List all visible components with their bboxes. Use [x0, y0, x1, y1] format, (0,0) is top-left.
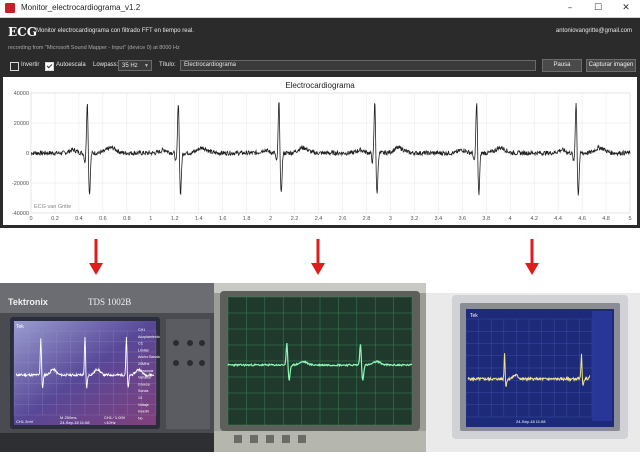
x-tick-label: 1 — [149, 216, 152, 222]
ecg-plot-area: 0 0.2 0.4 0.6 0.8 1 1.2 1.4 1.6 1.8 2 2.2 2.4 2.6 2.8 3… — [3, 77, 637, 225]
x-tick-label: 2.8 — [363, 216, 371, 222]
x-tick-label: 3.2 — [411, 216, 419, 222]
x-tick-label: 0.8 — [123, 216, 131, 222]
close-button[interactable]: ✕ — [612, 0, 640, 17]
x-tick-label: 4.8 — [602, 216, 610, 222]
recording-status: recording from "Microsoft Sound Mapper -… — [8, 45, 180, 51]
scope-ch1-label: CH1 2mV — [16, 419, 34, 424]
y-tick-label: -20000 — [12, 181, 29, 187]
x-tick-label: 3.4 — [434, 216, 442, 222]
x-tick-label: 1.4 — [195, 216, 203, 222]
oscilloscope-1-graphic: Tektronix TDS 1002B Tek CH1 2mV M 250ms … — [0, 283, 214, 452]
oscilloscope-photo-3: Tek 24-Sep-18 11:08 — [426, 283, 640, 452]
titulo-label: Título: — [159, 62, 176, 68]
title-bar: Monitor_electrocardiograma_v1.2 – ☐ ✕ — [0, 0, 640, 18]
oscilloscope-photo-2 — [214, 283, 426, 452]
scope-menu-item: Gruesa — [138, 382, 150, 386]
scope-menu-item: Ganancia — [138, 369, 153, 373]
x-tick-label: 0.4 — [75, 216, 83, 222]
x-tick-label: 4 — [509, 216, 512, 222]
y-tick-label: -40000 — [12, 211, 29, 217]
x-tick-label: 1.6 — [219, 216, 227, 222]
x-tick-label: 0 — [29, 216, 32, 222]
arrow-down-icon — [525, 239, 539, 275]
invertir-checkbox[interactable] — [10, 62, 19, 71]
app-window: Monitor_electrocardiograma_v1.2 – ☐ ✕ EC… — [0, 0, 640, 228]
scope-menu-item: Variable — [138, 376, 151, 380]
scope-menu-item: Invertir — [138, 410, 150, 414]
x-tick-label: 5 — [628, 216, 631, 222]
app-header: ECG Monitor electrocardiograma con filtr… — [0, 18, 640, 58]
x-tick-label: 1.2 — [171, 216, 179, 222]
x-tick-label: 1.8 — [243, 216, 251, 222]
scope-brand: Tektronix — [8, 297, 48, 307]
oscilloscope-2-graphic — [214, 283, 426, 452]
arrow-down-icon — [89, 239, 103, 275]
x-tick-label: 2.6 — [339, 216, 347, 222]
scope-menu-item: No — [138, 416, 143, 420]
scope-date: 24-Sep-18 11:08 — [60, 420, 90, 425]
brand-label: ECG — [8, 25, 37, 39]
arrow-down-icon — [311, 239, 325, 275]
x-tick-label: 3.8 — [482, 216, 490, 222]
titulo-input[interactable]: Electrocardiograma — [180, 60, 536, 71]
scope-menu-item: CC — [138, 342, 144, 346]
x-tick-label: 2.2 — [291, 216, 299, 222]
scope-menu-item: 20MHz — [138, 362, 150, 366]
ecg-chart: 0 0.2 0.4 0.6 0.8 1 1.2 1.4 1.6 1.8 2 2.2 2.4 2.6 2.8 3… — [12, 81, 632, 222]
x-tick-label: 2.4 — [315, 216, 323, 222]
app-icon — [5, 3, 15, 13]
x-tick-label: 4.2 — [530, 216, 538, 222]
x-tick-label: 0.2 — [51, 216, 59, 222]
lowpass-value: 35 Hz — [122, 63, 138, 69]
scope-3-date: 24-Sep-18 11:08 — [516, 419, 546, 424]
scope-menu-item: Acoplamiento — [138, 335, 160, 339]
autoescala-label: Autoescala — [56, 62, 86, 68]
maximize-button[interactable]: ☐ — [584, 0, 612, 17]
x-tick-label: 3.6 — [458, 216, 466, 222]
scope-menu-item: CH1 — [138, 328, 145, 332]
chart-title: Electrocardiograma — [285, 81, 355, 90]
scope-menu-item: Sonda — [138, 389, 148, 393]
scope-menu-item: Ancho Banda — [138, 355, 160, 359]
y-tick-label: 20000 — [14, 121, 29, 127]
scope-menu-item: Voltaje — [138, 403, 149, 407]
capture-button[interactable]: Capturar imagen — [586, 59, 636, 72]
author-email: antoniovangritte@gmail.com — [555, 28, 632, 34]
scope-tek-label: Tek — [16, 324, 24, 330]
scope-menu-item: Limitar — [138, 348, 150, 352]
y-tick-label: 0 — [26, 151, 29, 157]
lowpass-label: Lowpass: — [93, 62, 119, 68]
chart-watermark: ECG van Gritte — [34, 204, 71, 210]
pause-button[interactable]: Pausa — [542, 59, 582, 72]
lowpass-select[interactable]: 35 Hz ▼ — [118, 60, 152, 71]
titulo-value: Electrocardiograma — [184, 62, 237, 68]
minimize-button[interactable]: – — [556, 0, 584, 17]
chevron-down-icon: ▼ — [144, 63, 149, 69]
invertir-label: Invertir — [21, 62, 40, 68]
window-title: Monitor_electrocardiograma_v1.2 — [21, 3, 141, 12]
scope-model: TDS 1002B — [88, 297, 131, 307]
scope-frequency: <10Hz — [104, 420, 116, 425]
ecg-series-line — [30, 102, 631, 196]
autoescala-checkbox[interactable] — [45, 62, 54, 71]
x-tick-label: 4.6 — [578, 216, 586, 222]
scope-menu-item: 1X — [138, 396, 143, 400]
scope-3-tek-label: Tek — [470, 313, 478, 319]
y-tick-label: 40000 — [14, 91, 29, 97]
x-tick-label: 4.4 — [554, 216, 562, 222]
x-tick-label: 0.6 — [99, 216, 107, 222]
app-subtitle: Monitor electrocardiograma con filtrado … — [36, 28, 194, 34]
x-tick-label: 3 — [389, 216, 392, 222]
x-tick-label: 2 — [269, 216, 272, 222]
controls-bar: Invertir Autoescala Lowpass: 35 Hz ▼ Tít… — [0, 58, 640, 75]
oscilloscope-photo-1: Tektronix TDS 1002B Tek CH1 2mV M 250ms … — [0, 283, 214, 452]
oscilloscope-3-graphic: Tek 24-Sep-18 11:08 — [426, 283, 640, 452]
